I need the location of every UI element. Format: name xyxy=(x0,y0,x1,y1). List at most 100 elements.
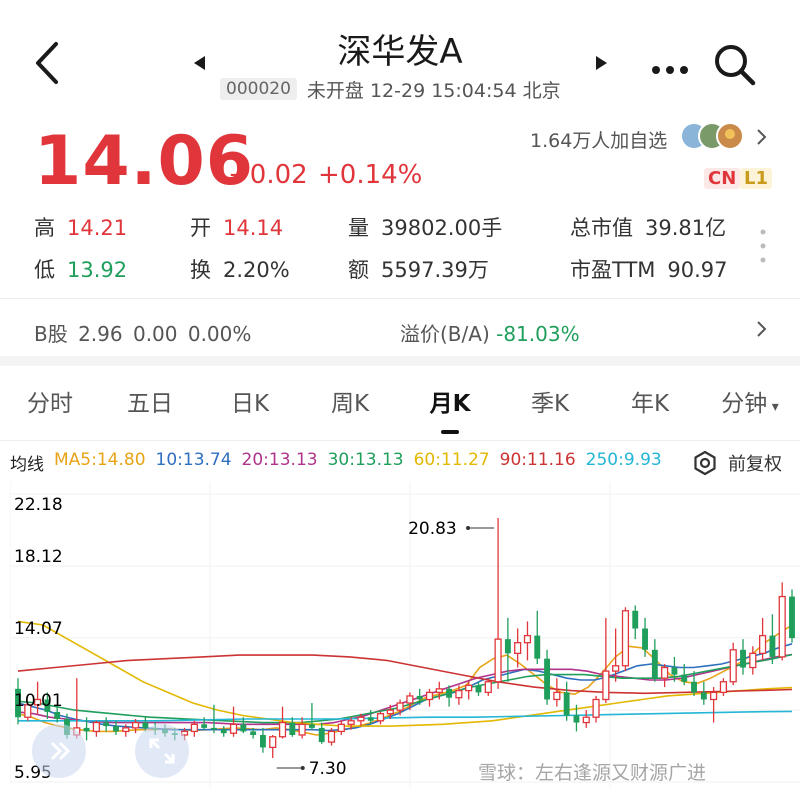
current-price: 14.06 xyxy=(34,122,255,201)
candle-body xyxy=(563,692,570,716)
ma10-value: 10:13.74 xyxy=(155,450,232,470)
candle-body xyxy=(651,649,658,679)
tab-timeshare[interactable]: 分时 xyxy=(0,372,100,436)
candle-body xyxy=(278,721,287,738)
ma250-value: 250:9.93 xyxy=(585,450,662,470)
candle-body xyxy=(376,713,385,722)
candle-body xyxy=(298,723,306,736)
max-price-label: 20.83 xyxy=(408,519,457,539)
candle-body xyxy=(259,734,266,748)
candle-body xyxy=(719,681,728,694)
candle-body xyxy=(573,715,580,723)
candle-body xyxy=(201,724,208,728)
active-tab-indicator xyxy=(441,430,459,434)
market-status: 未开盘 12-29 15:04:54 北京 xyxy=(306,79,561,102)
stock-code: 000020 xyxy=(220,78,297,100)
candle-body xyxy=(250,731,257,735)
candle-body xyxy=(406,695,414,704)
ma20-value: 20:13.13 xyxy=(241,450,318,470)
tab-yearly[interactable]: 年K xyxy=(600,372,700,436)
candle-body xyxy=(504,639,511,654)
candle-body xyxy=(396,702,404,711)
premium-ratio[interactable]: 溢价(B/A) -81.03% xyxy=(400,318,580,347)
candle-body xyxy=(514,642,522,654)
candle-body xyxy=(621,610,630,667)
candle-body xyxy=(681,674,688,682)
stat-volume: 量 39802.00手 xyxy=(348,216,503,240)
stat-open: 开 14.14 xyxy=(190,216,284,240)
candle-body xyxy=(523,634,532,644)
price-change-pct: +0.14% xyxy=(318,160,423,190)
candle-body xyxy=(582,716,590,724)
follower-count[interactable]: 1.64万人加自选 xyxy=(530,126,667,153)
candle-body xyxy=(778,595,786,658)
candle-body xyxy=(327,730,336,743)
stock-subtitle: 000020 未开盘 12-29 15:04:54 北京 xyxy=(220,76,561,102)
ma30-value: 30:13.13 xyxy=(327,450,404,470)
tab-5day[interactable]: 五日 xyxy=(100,372,200,436)
candle-body xyxy=(337,723,345,733)
prev-stock-icon[interactable] xyxy=(194,56,205,70)
candle-body xyxy=(691,681,697,693)
ma5-value: MA5:14.80 xyxy=(54,450,146,470)
candle-body xyxy=(729,649,737,683)
chevron-right-icon[interactable] xyxy=(756,128,768,146)
candle-body xyxy=(544,658,551,700)
adjust-mode[interactable]: 前复权 xyxy=(728,450,782,476)
tab-monthly[interactable]: 月K xyxy=(400,372,500,436)
l1-badge[interactable]: L1 xyxy=(740,168,772,189)
candle-body xyxy=(484,681,492,694)
cn-badge[interactable]: CN xyxy=(704,168,741,189)
next-stock-icon[interactable] xyxy=(596,56,607,70)
divider xyxy=(0,298,800,299)
candle-body xyxy=(642,628,648,650)
kline-chart[interactable]: 22.1818.1214.0710.015.9520.837.30 xyxy=(10,482,800,787)
tab-weekly[interactable]: 周K xyxy=(300,372,400,436)
tab-minute[interactable]: 分钟 ▾ xyxy=(700,372,800,436)
candle-body xyxy=(240,724,247,732)
candle-body xyxy=(103,722,110,727)
candle-body xyxy=(289,722,296,735)
ma60-value: 60:11.27 xyxy=(413,450,490,470)
b-share-quote[interactable]: B股 2.96 0.00 0.00% xyxy=(34,318,251,347)
candle-body xyxy=(465,684,473,692)
scroll-left-button[interactable] xyxy=(32,724,86,778)
price-change: +0.02 xyxy=(228,160,308,190)
min-price-label: 7.30 xyxy=(309,759,347,779)
expand-stats-icon[interactable] xyxy=(760,228,766,264)
min-marker-dot xyxy=(300,766,305,771)
candle-body xyxy=(435,688,443,694)
candle-body xyxy=(671,667,678,675)
candle-body xyxy=(54,711,61,720)
tab-daily[interactable]: 日K xyxy=(200,372,300,436)
section-gap xyxy=(0,356,800,366)
double-chevron-icon xyxy=(50,741,71,761)
candle-body xyxy=(386,709,394,715)
stat-amount: 额 5597.39万 xyxy=(348,258,489,282)
ma-legend[interactable]: 均线 MA5:14.80 10:13.74 20:13.13 30:13.13 … xyxy=(10,450,662,476)
candle-body xyxy=(308,724,315,728)
candle-body xyxy=(759,634,767,654)
tab-quarterly[interactable]: 季K xyxy=(500,372,600,436)
watermark: 雪球：左右逢源又财源广进 xyxy=(478,762,707,784)
candle-body xyxy=(367,717,374,721)
search-icon[interactable] xyxy=(712,42,758,88)
expand-chart-button[interactable] xyxy=(135,724,189,778)
chevron-right-icon[interactable] xyxy=(756,320,768,338)
candle-body xyxy=(749,652,757,669)
candle-body xyxy=(211,727,217,730)
candle-body xyxy=(661,666,669,679)
candle-body xyxy=(318,727,325,743)
more-icon[interactable] xyxy=(650,60,690,74)
stat-high: 高 14.21 xyxy=(34,216,128,240)
max-marker-dot xyxy=(466,525,471,530)
candle-body xyxy=(553,691,561,701)
follower-avatars[interactable] xyxy=(680,120,746,152)
candle-body xyxy=(602,670,610,701)
candle-body xyxy=(592,698,600,718)
stat-pe: 市盈TTM 90.97 xyxy=(570,258,728,282)
candle-body xyxy=(632,610,639,629)
candle-body xyxy=(416,695,423,700)
settings-icon[interactable] xyxy=(692,450,718,476)
ma30-line xyxy=(17,653,793,724)
